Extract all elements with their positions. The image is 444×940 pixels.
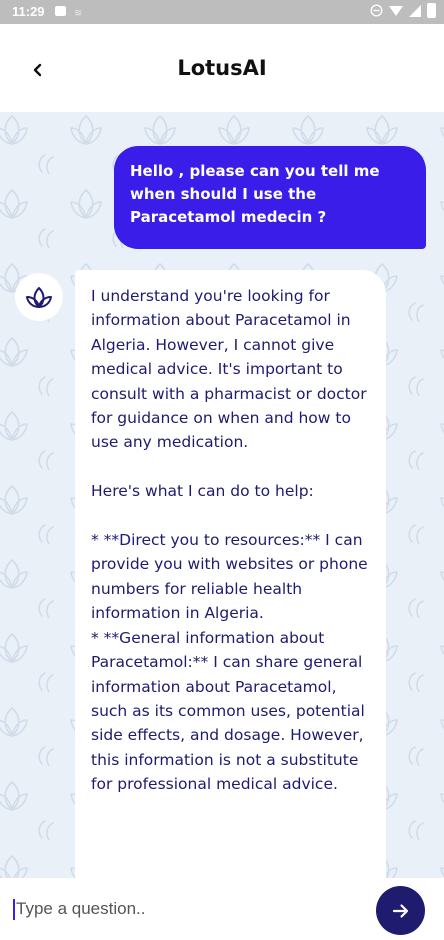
battery-icon	[427, 3, 436, 18]
user-message: Hello , please can you tell me when shou…	[114, 146, 426, 249]
app-bar: LotusAI	[0, 24, 444, 112]
send-button[interactable]	[376, 886, 425, 935]
bot-avatar	[15, 273, 63, 321]
page-title: LotusAI	[177, 56, 267, 80]
question-input[interactable]	[13, 896, 356, 922]
status-bar: 11:29 ≋	[0, 0, 444, 24]
arrow-right-icon	[392, 903, 408, 918]
wifi-icon	[389, 5, 403, 16]
lotus-icon	[26, 287, 52, 308]
chat-area[interactable]: Hello , please can you tell me when shou…	[0, 112, 444, 878]
status-time: 11:29	[12, 4, 45, 19]
notification-icon: ≋	[74, 8, 83, 19]
signal-icon	[409, 4, 421, 17]
dnd-icon	[370, 4, 383, 17]
bot-message: I understand you're looking for informat…	[75, 270, 386, 878]
status-icons	[370, 3, 436, 18]
notification-icon	[55, 6, 66, 16]
